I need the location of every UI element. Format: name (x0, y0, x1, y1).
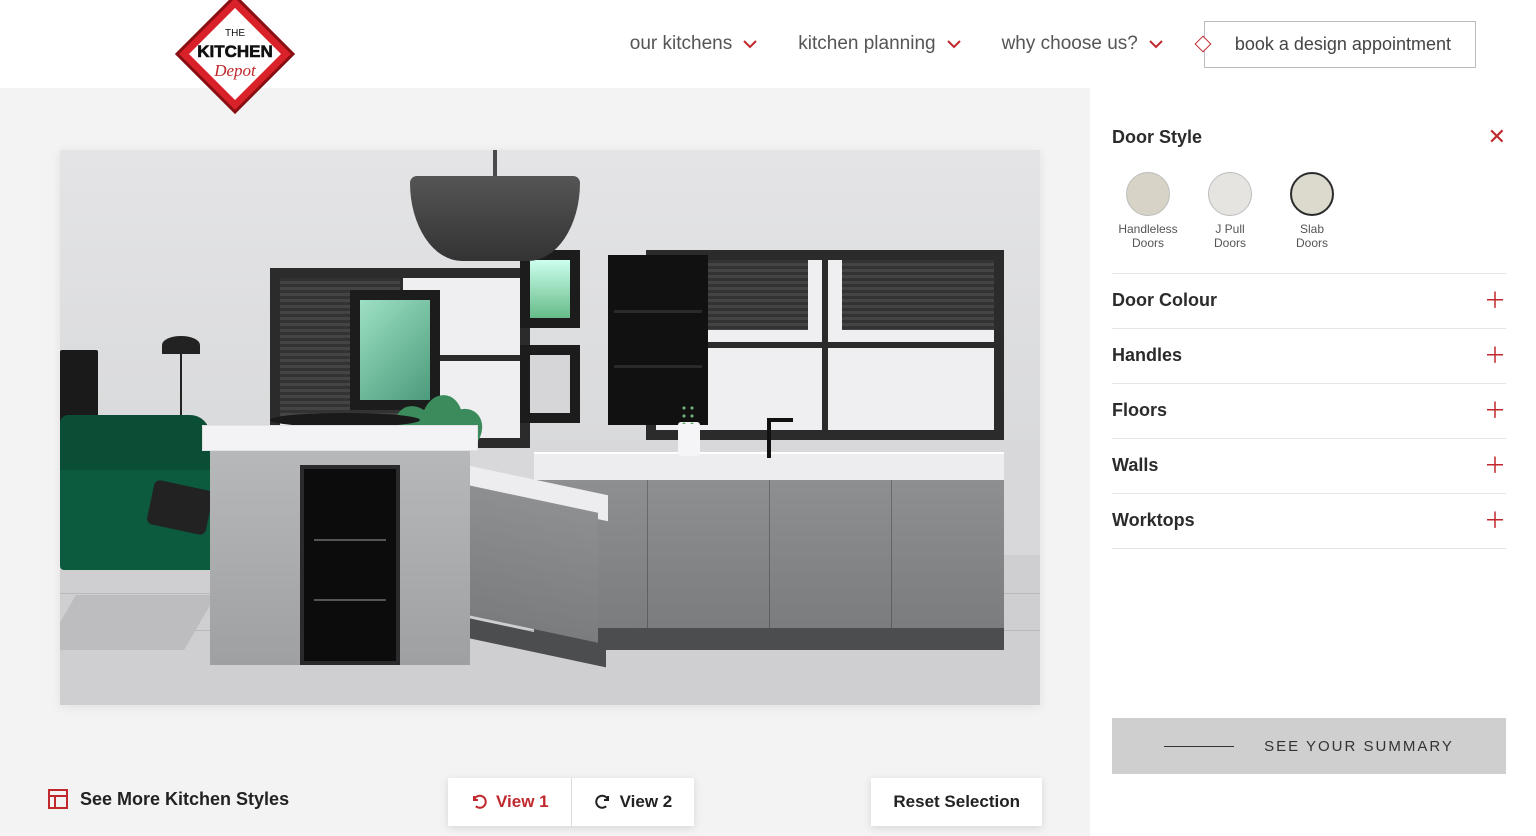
svg-text:KITCHEN: KITCHEN (197, 42, 273, 61)
svg-text:THE: THE (225, 28, 245, 39)
section-title: Door Colour (1112, 290, 1217, 311)
section-title: Walls (1112, 455, 1158, 476)
brand-logo[interactable]: THE KITCHEN Depot (165, 0, 305, 114)
undo-icon (470, 793, 488, 811)
redo-icon (594, 793, 612, 811)
nav-label: why choose us? (1002, 33, 1138, 55)
section-worktops[interactable]: Worktops ＋ (1112, 494, 1506, 549)
nav-label: kitchen planning (798, 33, 935, 55)
decorative-line (1164, 746, 1234, 747)
see-summary-button[interactable]: SEE YOUR SUMMARY (1112, 718, 1506, 774)
door-style-options: HandlelessDoors J PullDoors SlabDoors (1112, 164, 1506, 274)
swatch-label: HandlelessDoors (1118, 222, 1177, 251)
plus-icon: ＋ (1484, 510, 1506, 532)
view-2-label: View 2 (620, 792, 673, 812)
kitchen-render[interactable] (60, 150, 1040, 705)
more-styles-label: See More Kitchen Styles (80, 789, 289, 810)
view-switch: View 1 View 2 (448, 778, 694, 826)
primary-nav: our kitchens kitchen planning why choose… (630, 21, 1476, 68)
section-title: Door Style (1112, 127, 1202, 148)
site-header: THE KITCHEN Depot our kitchens kitchen p… (0, 0, 1536, 88)
section-floors[interactable]: Floors ＋ (1112, 384, 1506, 439)
chevron-down-icon (742, 36, 758, 52)
close-icon: ✕ (1488, 126, 1506, 148)
view-1-button[interactable]: View 1 (448, 778, 571, 826)
reset-label: Reset Selection (893, 792, 1020, 811)
swatch-dot (1208, 172, 1252, 216)
visualiser-pane: See More Kitchen Styles View 1 View 2 Re… (0, 88, 1090, 836)
plus-icon: ＋ (1484, 345, 1506, 367)
plus-icon: ＋ (1484, 400, 1506, 422)
reset-selection-button[interactable]: Reset Selection (871, 778, 1042, 826)
chevron-down-icon (946, 36, 962, 52)
cta-label: book a design appointment (1235, 34, 1451, 54)
swatch-dot (1126, 172, 1170, 216)
section-handles[interactable]: Handles ＋ (1112, 329, 1506, 384)
plus-icon: ＋ (1484, 455, 1506, 477)
section-walls[interactable]: Walls ＋ (1112, 439, 1506, 494)
book-appointment-button[interactable]: book a design appointment (1204, 21, 1476, 68)
door-style-slab[interactable]: SlabDoors (1282, 172, 1342, 251)
section-title: Worktops (1112, 510, 1195, 531)
swatch-label: SlabDoors (1296, 222, 1328, 251)
nav-kitchen-planning[interactable]: kitchen planning (798, 33, 961, 55)
door-style-handleless[interactable]: HandlelessDoors (1118, 172, 1178, 251)
plus-icon: ＋ (1484, 290, 1506, 312)
svg-text:Depot: Depot (213, 61, 257, 80)
section-title: Handles (1112, 345, 1182, 366)
section-door-style[interactable]: Door Style ✕ (1112, 110, 1506, 164)
nav-our-kitchens[interactable]: our kitchens (630, 33, 758, 55)
view-1-label: View 1 (496, 792, 549, 812)
nav-why-choose-us[interactable]: why choose us? (1002, 33, 1164, 55)
kitchen-scene (60, 150, 1040, 705)
door-style-jpull[interactable]: J PullDoors (1200, 172, 1260, 251)
options-panel: Door Style ✕ HandlelessDoors J PullDoors… (1090, 88, 1536, 836)
diamond-icon (1194, 36, 1211, 53)
swatch-label: J PullDoors (1214, 222, 1246, 251)
view-2-button[interactable]: View 2 (571, 778, 695, 826)
section-title: Floors (1112, 400, 1167, 421)
more-kitchen-styles-button[interactable]: See More Kitchen Styles (48, 789, 289, 810)
swatch-dot (1290, 172, 1334, 216)
section-door-colour[interactable]: Door Colour ＋ (1112, 274, 1506, 329)
nav-label: our kitchens (630, 33, 732, 55)
visualiser-toolbar: See More Kitchen Styles View 1 View 2 Re… (0, 762, 1090, 836)
chevron-down-icon (1148, 36, 1164, 52)
main-stage: See More Kitchen Styles View 1 View 2 Re… (0, 88, 1536, 836)
summary-label: SEE YOUR SUMMARY (1264, 738, 1454, 755)
layout-icon (48, 789, 68, 809)
